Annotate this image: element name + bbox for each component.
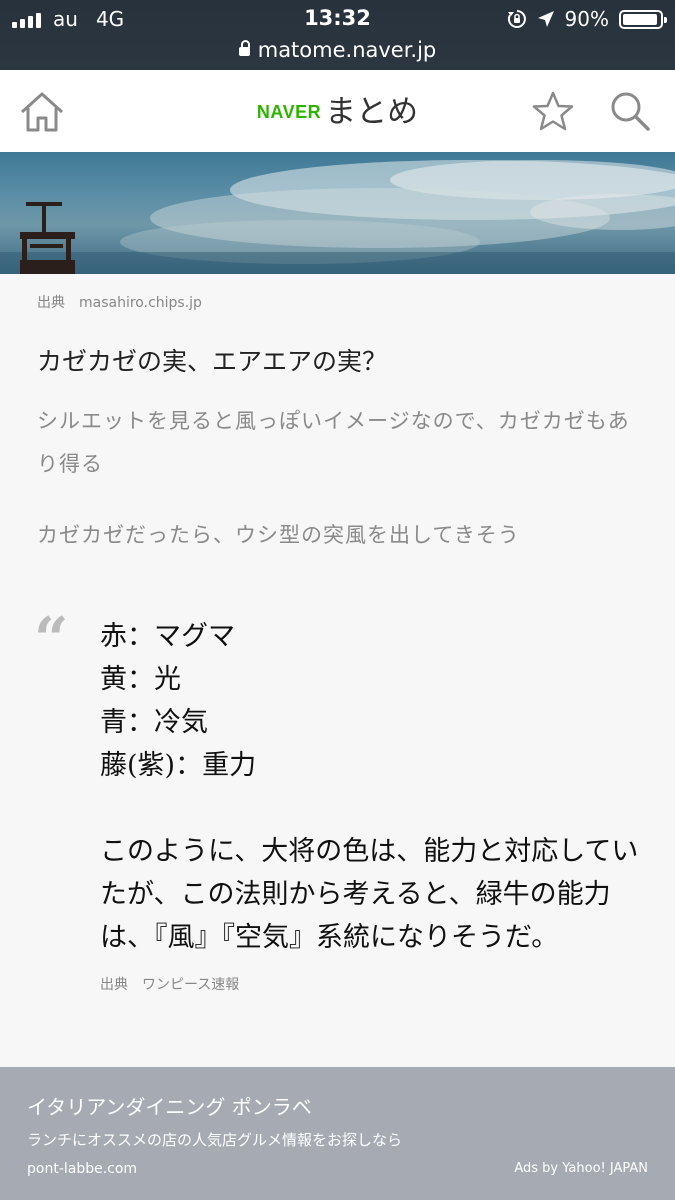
quote-line: 赤：マグマ [100, 621, 235, 652]
hero-image [0, 152, 675, 274]
ad-title[interactable]: イタリアンダイニング ポンラベ [27, 1091, 312, 1120]
battery-icon [619, 9, 667, 29]
ad-text: ランチにオススメの店の人気店グルメ情報をお探しなら [27, 1131, 403, 1149]
location-icon [537, 11, 554, 27]
favorite-button[interactable] [530, 90, 576, 134]
brand-naver: NAVER [256, 102, 322, 122]
brand-matome: まとめ [325, 94, 419, 130]
image-source: 出典 masahiro.chips.jp [37, 292, 202, 312]
app-header: NAVER まとめ [0, 70, 675, 153]
url-text: matome.naver.jp [257, 38, 437, 62]
status-bar: au 4G 13:32 90% matome.naver.jp [0, 0, 675, 70]
url-bar[interactable]: matome.naver.jp [0, 38, 675, 62]
search-button[interactable] [608, 90, 654, 134]
star-icon [532, 91, 574, 131]
lock-icon [238, 40, 250, 56]
quote-source-link[interactable]: ワンピース速報 [142, 977, 239, 993]
ad-provider: Ads by Yahoo! JAPAN [514, 1161, 648, 1176]
quote-block: 赤：マグマ 黄：光 青：冷気 藤(紫)：重力 このように、大将の色は、能力と対応… [100, 615, 640, 959]
article-paragraph: シルエットを見ると風っぽいイメージなので、カゼカゼもあり得る [37, 409, 630, 476]
ad-banner[interactable]: イタリアンダイニング ポンラベ ランチにオススメの店の人気店グルメ情報をお探しな… [0, 1067, 675, 1200]
article-heading: カゼカゼの実、エアエアの実？ [37, 347, 388, 376]
quote-icon: “ [34, 605, 69, 675]
image-source-link[interactable]: masahiro.chips.jp [79, 295, 202, 311]
quote-source: 出典 ワンピース速報 [100, 974, 239, 994]
ad-url[interactable]: pont-labbe.com [27, 1161, 137, 1177]
quote-line: 黄：光 [100, 664, 181, 695]
quote-paragraph: このように、大将の色は、能力と対応していたが、この法則から考えると、緑牛の能力は… [100, 836, 639, 953]
article-paragraph: カゼカゼだったら、ウシ型の突風を出してきそう [37, 523, 520, 547]
image-source-label: 出典 [37, 295, 65, 311]
quote-line: 藤(紫)：重力 [100, 750, 257, 781]
search-icon [611, 92, 650, 131]
quote-source-label: 出典 [100, 977, 128, 993]
rotation-lock-icon [507, 10, 526, 28]
status-right: 90% [507, 6, 667, 32]
sky-illustration [0, 160, 675, 274]
article-content: 出典 masahiro.chips.jp カゼカゼの実、エアエアの実？ シルエット… [0, 274, 675, 1060]
quote-line: 青：冷気 [100, 707, 208, 738]
battery-percent: 90% [564, 7, 609, 31]
